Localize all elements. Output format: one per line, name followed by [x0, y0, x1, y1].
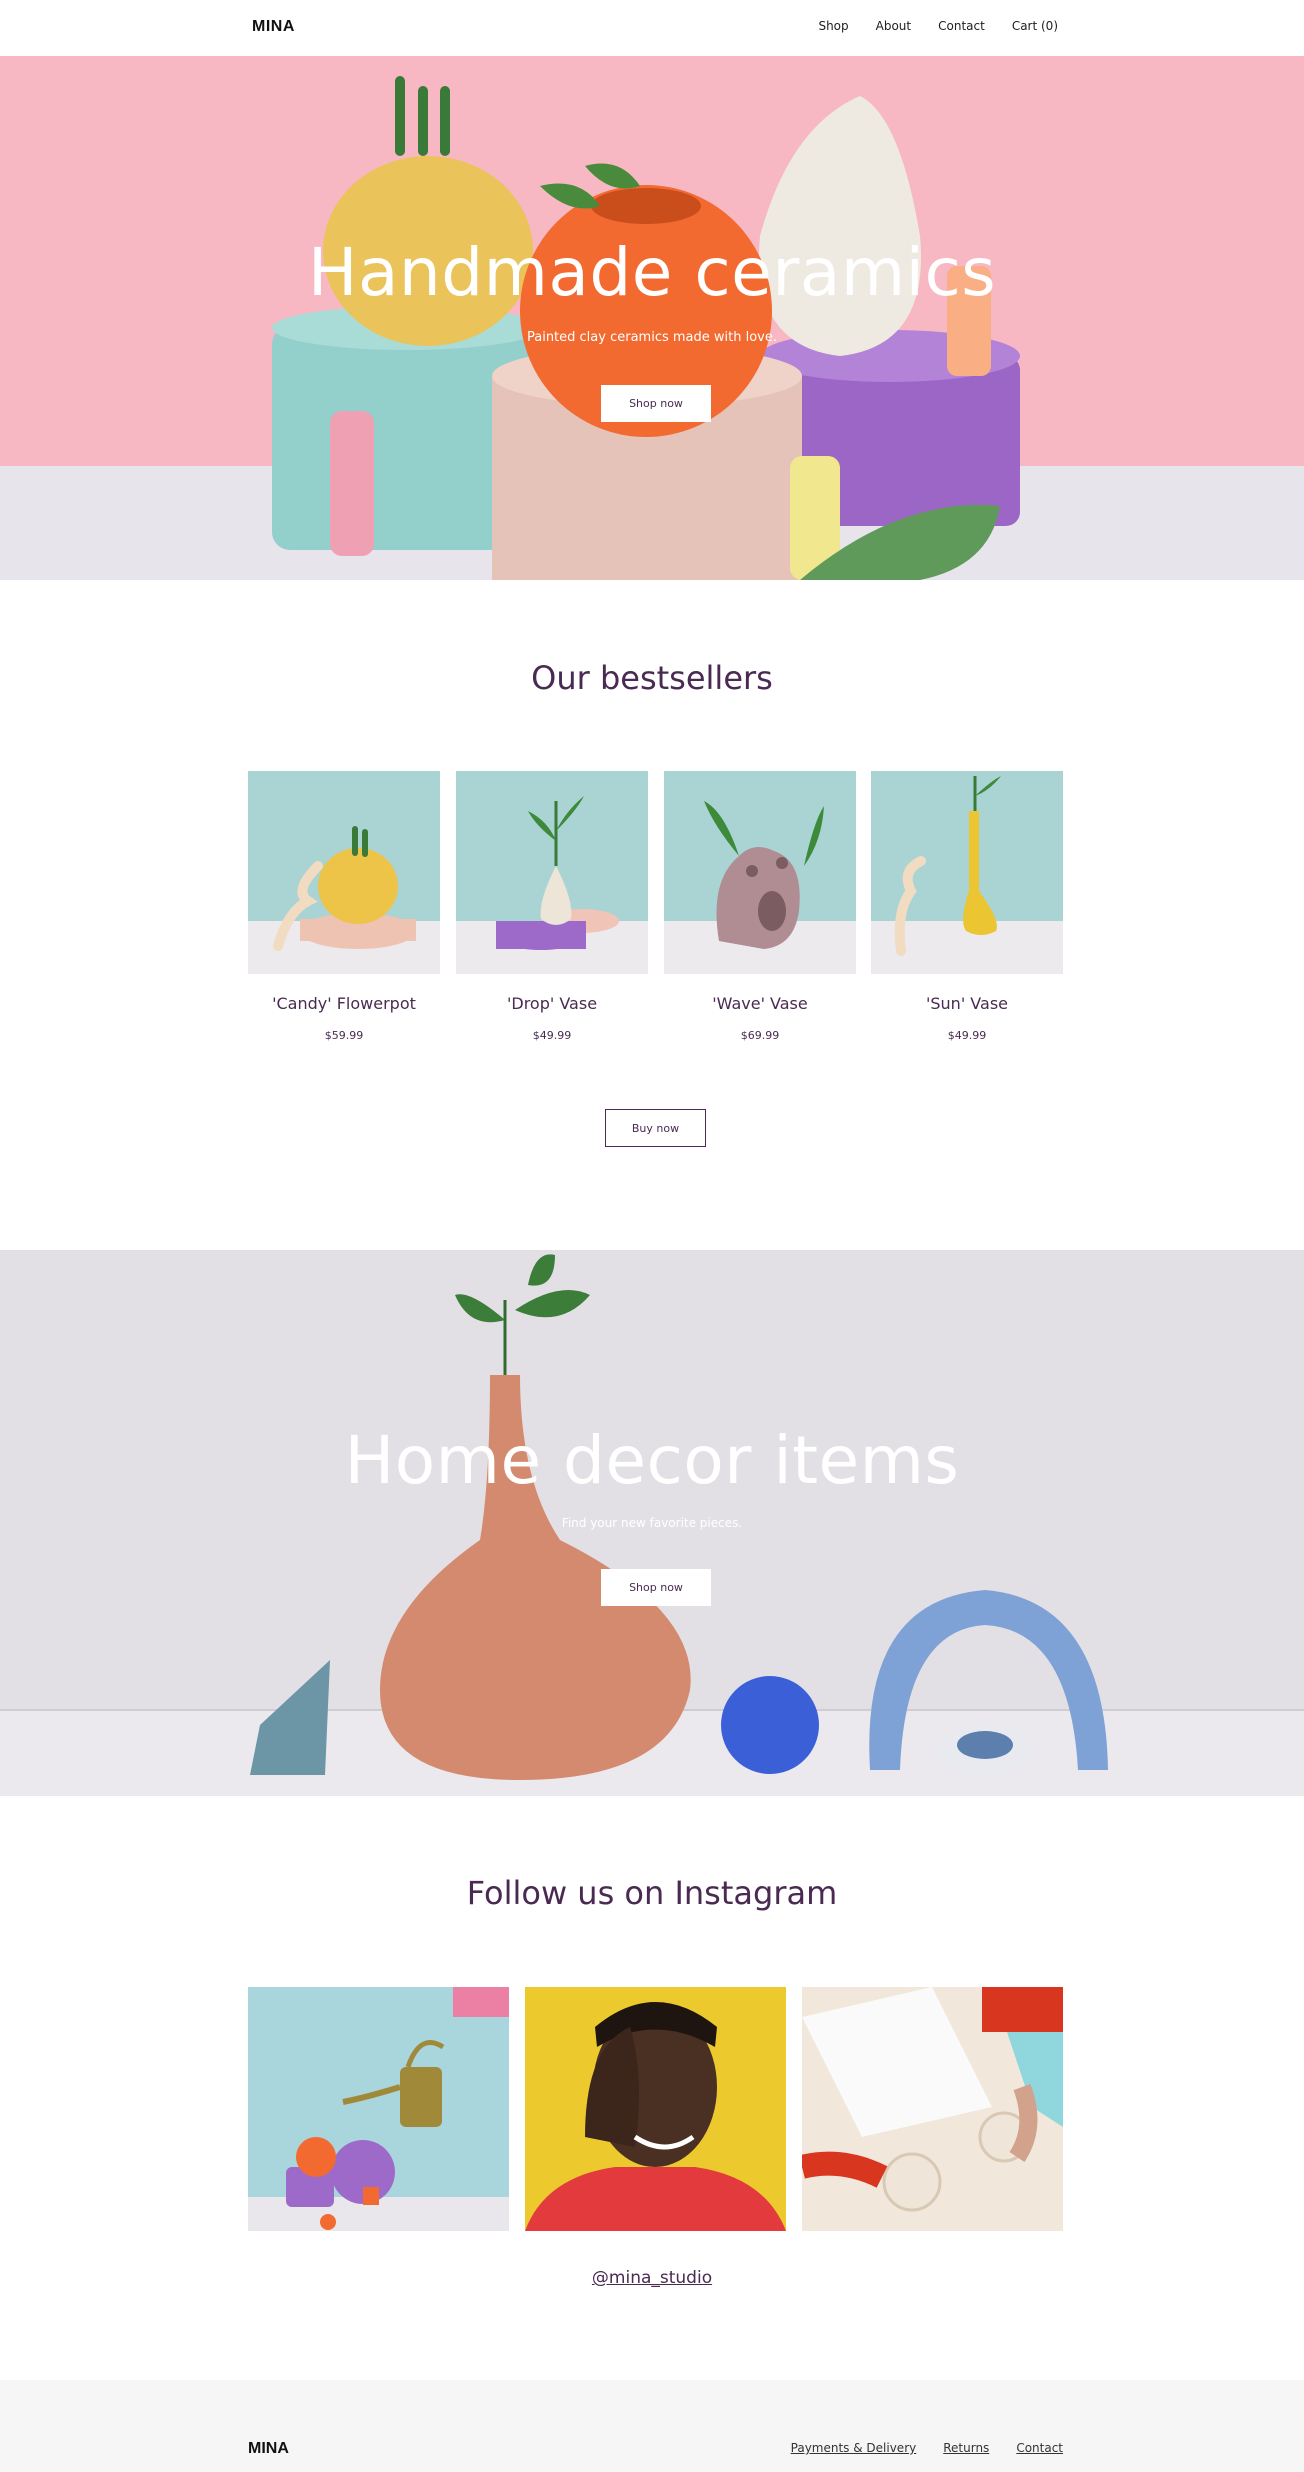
- sun-vase-image: [871, 771, 1063, 974]
- product-price: $69.99: [740, 1029, 780, 1042]
- product-image[interactable]: [871, 771, 1063, 974]
- nav-contact[interactable]: Contact: [938, 19, 985, 33]
- wave-vase-image: [664, 771, 856, 974]
- footer-link-returns[interactable]: Returns: [943, 2441, 989, 2455]
- site-footer: MINA Payments & Delivery Returns Contact: [0, 2380, 1304, 2472]
- product-card[interactable]: 'Candy' Flowerpot $59.99: [248, 771, 440, 1042]
- smiling-man-image: [525, 1987, 786, 2231]
- home-decor-title: Home decor items: [344, 1422, 960, 1499]
- footer-links: Payments & Delivery Returns Contact: [791, 2441, 1063, 2455]
- footer-logo[interactable]: MINA: [248, 2440, 289, 2458]
- nav-cart[interactable]: Cart (0): [1012, 19, 1058, 33]
- instagram-handle-link[interactable]: @mina_studio: [0, 2268, 1304, 2288]
- product-name[interactable]: 'Wave' Vase: [664, 994, 856, 1013]
- coffee-cups-image: [802, 1987, 1063, 2231]
- product-price: $59.99: [324, 1029, 364, 1042]
- nav-about[interactable]: About: [876, 19, 911, 33]
- product-price: $49.99: [532, 1029, 572, 1042]
- product-name[interactable]: 'Drop' Vase: [456, 994, 648, 1013]
- product-image[interactable]: [456, 771, 648, 974]
- footer-link-contact[interactable]: Contact: [1016, 2441, 1063, 2455]
- instagram-post[interactable]: [248, 1987, 509, 2231]
- hero-ceramics-image: [0, 56, 1304, 580]
- product-price: $49.99: [947, 1029, 987, 1042]
- hero-title: Handmade ceramics: [307, 234, 997, 311]
- product-image[interactable]: [664, 771, 856, 974]
- home-decor-shop-now-button[interactable]: Shop now: [601, 1569, 711, 1606]
- main-nav: Shop About Contact Cart (0): [818, 19, 1058, 33]
- footer-link-payments[interactable]: Payments & Delivery: [791, 2441, 917, 2455]
- product-name[interactable]: 'Candy' Flowerpot: [248, 994, 440, 1013]
- buy-now-button[interactable]: Buy now: [605, 1109, 706, 1147]
- drop-vase-image: [456, 771, 648, 974]
- instagram-title: Follow us on Instagram: [466, 1874, 838, 1912]
- hero-banner: Handmade ceramics Painted clay ceramics …: [0, 56, 1304, 580]
- site-header: MINA Shop About Contact Cart (0): [0, 0, 1304, 56]
- product-card[interactable]: 'Drop' Vase $49.99: [456, 771, 648, 1042]
- product-card[interactable]: 'Sun' Vase $49.99: [871, 771, 1063, 1042]
- product-card[interactable]: 'Wave' Vase $69.99: [664, 771, 856, 1042]
- nav-shop[interactable]: Shop: [818, 19, 848, 33]
- logo[interactable]: MINA: [252, 18, 295, 36]
- hero-subtitle: Painted clay ceramics made with love.: [526, 330, 777, 345]
- home-decor-banner: Home decor items Find your new favorite …: [0, 1250, 1304, 1796]
- watering-can-image: [248, 1987, 509, 2231]
- product-image[interactable]: [248, 771, 440, 974]
- home-decor-subtitle: Find your new favorite pieces.: [561, 1516, 743, 1530]
- instagram-post[interactable]: [802, 1987, 1063, 2231]
- hero-shop-now-button[interactable]: Shop now: [601, 385, 711, 422]
- instagram-post[interactable]: [525, 1987, 786, 2231]
- bestsellers-title: Our bestsellers: [531, 659, 773, 697]
- product-name[interactable]: 'Sun' Vase: [871, 994, 1063, 1013]
- candy-flowerpot-image: [248, 771, 440, 974]
